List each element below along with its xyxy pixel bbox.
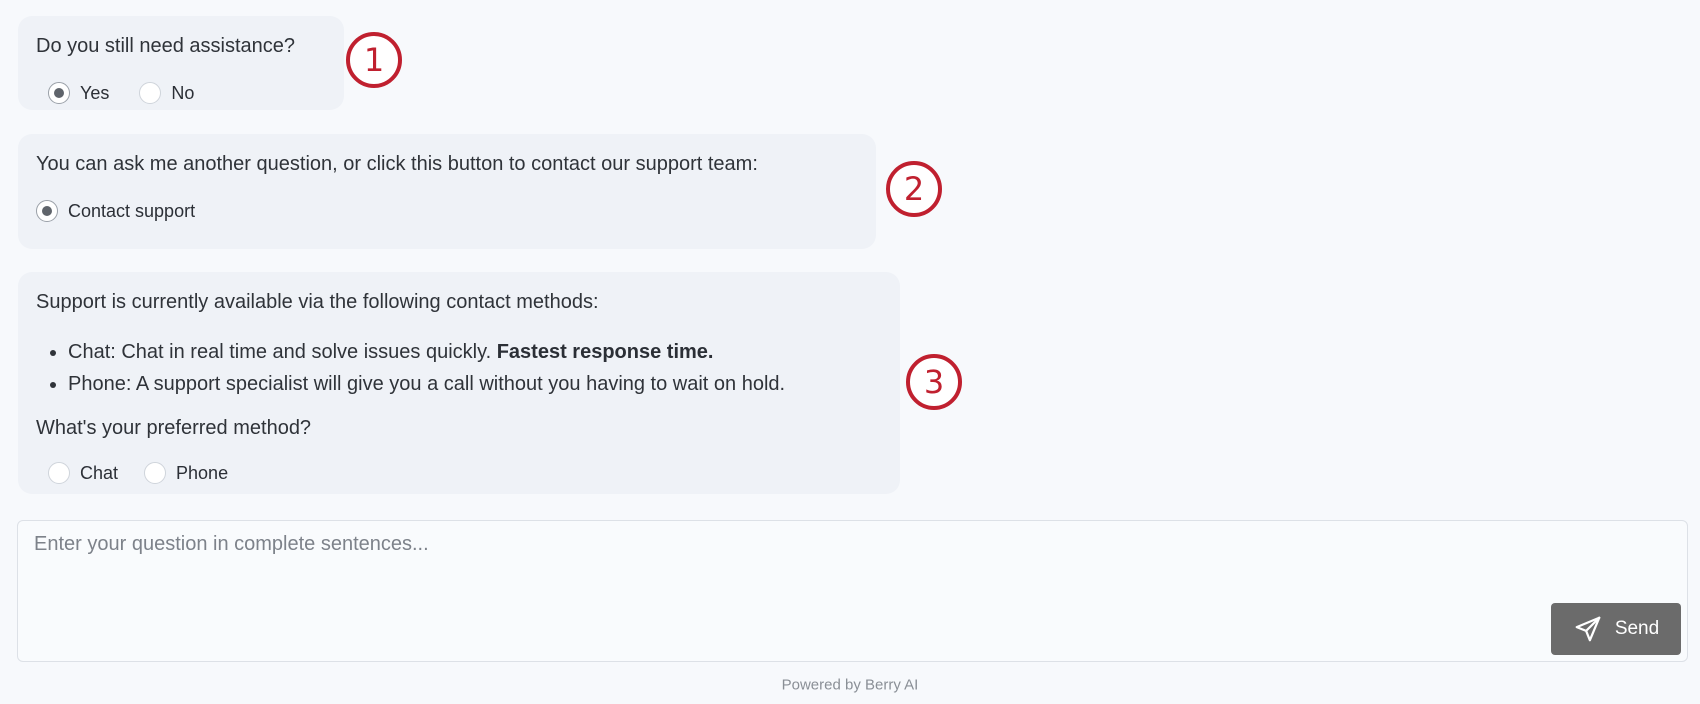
question-input[interactable] <box>18 521 1687 661</box>
annotation-marker-3: 3 <box>906 354 962 410</box>
contact-text: You can ask me another question, or clic… <box>36 153 758 175</box>
radio-chat[interactable]: Chat <box>48 462 118 484</box>
radio-no[interactable]: No <box>139 82 194 104</box>
send-icon <box>1573 614 1603 644</box>
radio-yes-circle[interactable] <box>48 82 70 104</box>
contact-message: You can ask me another question, or clic… <box>18 134 876 249</box>
assistance-question: Do you still need assistance? <box>36 35 296 57</box>
assistance-radio-group: Yes No <box>48 82 194 104</box>
radio-no-label: No <box>171 82 195 103</box>
methods-message: Support is currently available via the f… <box>18 272 900 494</box>
contact-radio-group: Contact support <box>36 200 195 222</box>
chat-window: Do you still need assistance? Yes No 1 Y… <box>0 0 1700 704</box>
radio-phone-circle[interactable] <box>144 462 167 484</box>
radio-chat-label: Chat <box>80 462 119 483</box>
send-button[interactable]: Send <box>1551 603 1681 655</box>
annotation-marker-1: 1 <box>346 32 402 88</box>
send-button-label: Send <box>1614 618 1660 639</box>
radio-chat-circle[interactable] <box>48 462 70 484</box>
powered-by-footer: Powered by Berry AI <box>781 676 919 694</box>
radio-phone-label: Phone <box>176 462 229 483</box>
question-input-container <box>17 520 1688 662</box>
method-radio-group: Chat Phone <box>48 462 228 484</box>
annotation-marker-2: 2 <box>886 161 942 217</box>
method-phone-text: Phone: A support specialist will give yo… <box>68 373 786 395</box>
list-item: Chat: Chat in real time and solve issues… <box>49 336 785 368</box>
methods-list: Chat: Chat in real time and solve issues… <box>49 336 786 400</box>
method-question: What's your preferred method? <box>36 417 312 439</box>
method-chat-text: Chat: Chat in real time and solve issues… <box>68 341 492 363</box>
assistance-message: Do you still need assistance? Yes No <box>18 16 344 110</box>
radio-contact-support-circle[interactable] <box>36 200 58 222</box>
radio-contact-support-label: Contact support <box>68 200 196 221</box>
list-item: Phone: A support specialist will give yo… <box>49 368 786 400</box>
radio-yes[interactable]: Yes <box>48 82 109 104</box>
radio-contact-support[interactable]: Contact support <box>36 200 195 222</box>
radio-yes-label: Yes <box>80 82 110 103</box>
radio-phone[interactable]: Phone <box>144 462 228 484</box>
methods-intro: Support is currently available via the f… <box>36 291 599 313</box>
radio-no-circle[interactable] <box>139 82 162 104</box>
method-chat-highlight: Fastest response time. <box>496 341 714 363</box>
